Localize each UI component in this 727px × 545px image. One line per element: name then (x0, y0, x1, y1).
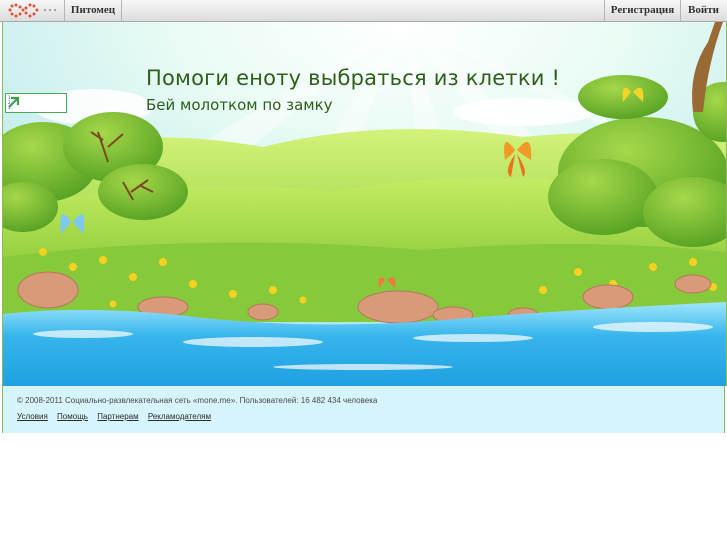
site-logo[interactable] (2, 0, 65, 21)
footer-links: Условия Помощь Партнерам Рекламодателям (17, 412, 218, 421)
game-instruction: Бей молотком по замку (146, 96, 333, 114)
footer-link-advertisers[interactable]: Рекламодателям (148, 412, 211, 421)
top-navigation-bar: Питомец Регистрация Войти (0, 0, 727, 22)
page-footer: © 2008-2011 Социально-развлекательная се… (2, 386, 725, 433)
game-title: Помоги еноту выбраться из клетки ! (146, 66, 561, 90)
minimized-widget[interactable]: 1. 2. 3. (5, 93, 67, 113)
infinity-beads-logo-icon (8, 3, 56, 18)
footer-link-terms[interactable]: Условия (17, 412, 48, 421)
footer-link-partners[interactable]: Партнерам (97, 412, 138, 421)
nav-pet[interactable]: Питомец (65, 0, 122, 21)
arrow-up-right-icon[interactable] (6, 94, 22, 110)
nav-login[interactable]: Войти (680, 0, 727, 21)
footer-link-help[interactable]: Помощь (57, 412, 88, 421)
copyright-text: © 2008-2011 Социально-развлекательная се… (17, 396, 378, 405)
game-scene[interactable]: Помоги еноту выбраться из клетки ! Бей м… (2, 22, 727, 386)
nav-register[interactable]: Регистрация (604, 0, 681, 21)
